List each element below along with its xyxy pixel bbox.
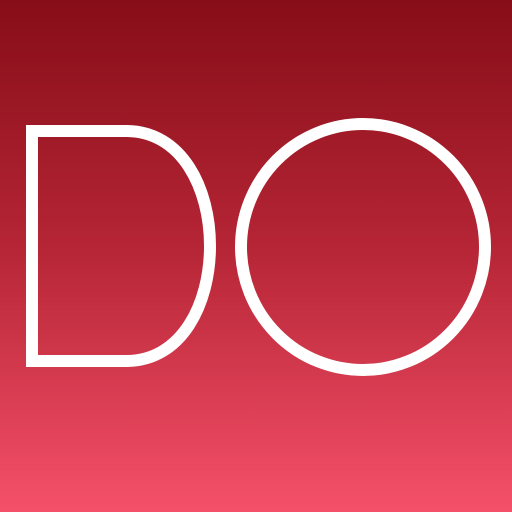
app-icon[interactable]: DO	[0, 0, 512, 512]
logo-letter-d	[26, 125, 216, 367]
logo-wordmark: DO	[26, 118, 491, 376]
logo-letter-o	[235, 118, 491, 376]
